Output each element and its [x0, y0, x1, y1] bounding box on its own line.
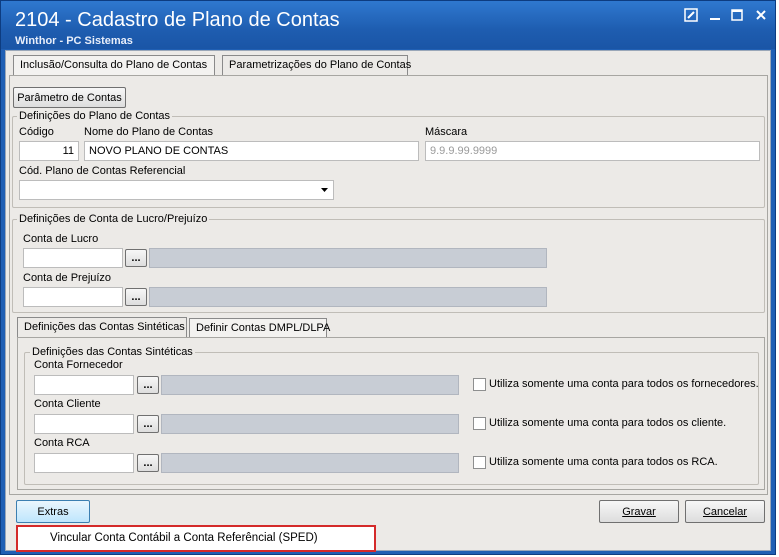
conta-lucro-label: Conta de Lucro — [23, 233, 99, 245]
conta-rca-field[interactable] — [34, 453, 134, 473]
conta-lucro-field[interactable] — [23, 248, 123, 268]
subtab-label: Definir Contas DMPL/DLPA — [196, 322, 331, 334]
gravar-label: Gravar — [622, 505, 656, 518]
subtab-label: Definições das Contas Sintéticas — [24, 321, 185, 333]
edit-icon[interactable] — [683, 8, 699, 24]
nome-label: Nome do Plano de Contas — [84, 126, 214, 138]
menu-item-vincular-conta-referencial[interactable]: Vincular Conta Contábil a Conta Referênc… — [50, 532, 318, 544]
extras-button[interactable]: Extras — [16, 500, 90, 523]
conta-fornecedor-field[interactable] — [34, 375, 134, 395]
tab-label: Inclusão/Consulta do Plano de Contas — [20, 59, 208, 71]
tab-parametrizacoes[interactable]: Parametrizações do Plano de Contas — [222, 55, 412, 76]
conta-cliente-field[interactable] — [34, 414, 134, 434]
conta-rca-description — [161, 453, 459, 473]
conta-prejuizo-field[interactable] — [23, 287, 123, 307]
rca-checkbox[interactable] — [473, 456, 486, 469]
mascara-label: Máscara — [425, 126, 468, 138]
close-icon[interactable] — [753, 8, 769, 24]
window-title: 2104 - Cadastro de Plano de Contas — [15, 9, 340, 31]
title-bar[interactable]: 2104 - Cadastro de Plano de Contas Winth… — [1, 1, 775, 49]
minimize-icon[interactable] — [707, 8, 723, 24]
extras-menu: Vincular Conta Contábil a Conta Referênc… — [16, 525, 376, 552]
nome-field[interactable]: NOVO PLANO DE CONTAS — [84, 141, 419, 161]
cliente-checkbox-label[interactable]: Utiliza somente uma conta para todos os … — [489, 417, 726, 429]
cancelar-label: Cancelar — [702, 505, 748, 518]
conta-cliente-browse-button[interactable]: ... — [137, 415, 159, 433]
conta-lucro-browse-button[interactable]: ... — [125, 249, 147, 267]
referencial-label: Cód. Plano de Contas Referencial — [19, 165, 186, 177]
conta-prejuizo-browse-button[interactable]: ... — [125, 288, 147, 306]
conta-rca-label: Conta RCA — [34, 437, 90, 449]
cancelar-button[interactable]: Cancelar — [685, 500, 765, 523]
conta-rca-browse-button[interactable]: ... — [137, 454, 159, 472]
maximize-icon[interactable] — [729, 8, 745, 24]
window-subtitle: Winthor - PC Sistemas — [15, 35, 133, 47]
parametro-contas-button[interactable]: Parâmetro de Contas — [13, 87, 126, 108]
conta-fornecedor-browse-button[interactable]: ... — [137, 376, 159, 394]
definicoes-legend: Definições do Plano de Contas — [17, 110, 173, 122]
tab-label: Parametrizações do Plano de Contas — [229, 59, 412, 71]
conta-cliente-label: Conta Cliente — [34, 398, 101, 410]
fornecedor-checkbox[interactable] — [473, 378, 486, 391]
subtab-dmpl-dlpa[interactable]: Definir Contas DMPL/DLPA — [189, 318, 331, 338]
rca-checkbox-label[interactable]: Utiliza somente uma conta para todos os … — [489, 456, 718, 468]
conta-cliente-description — [161, 414, 459, 434]
lucro-legend: Definições de Conta de Lucro/Prejuízo — [17, 213, 210, 225]
sinteticas-legend: Definições das Contas Sintéticas — [30, 346, 195, 358]
codigo-field[interactable]: 11 — [19, 141, 79, 161]
referencial-select[interactable] — [19, 180, 334, 200]
chevron-down-icon[interactable] — [320, 181, 329, 199]
extras-label: Extras — [37, 505, 69, 518]
conta-fornecedor-label: Conta Fornecedor — [34, 359, 123, 371]
conta-prejuizo-description — [149, 287, 547, 307]
fornecedor-checkbox-label[interactable]: Utiliza somente uma conta para todos os … — [489, 378, 759, 390]
subtab-contas-sinteticas[interactable]: Definições das Contas Sintéticas — [17, 317, 187, 338]
tab-inclusao-consulta[interactable]: Inclusão/Consulta do Plano de Contas — [13, 55, 215, 75]
conta-fornecedor-description — [161, 375, 459, 395]
mascara-field[interactable]: 9.9.9.99.9999 — [425, 141, 760, 161]
conta-prejuizo-label: Conta de Prejuízo — [23, 272, 112, 284]
cliente-checkbox[interactable] — [473, 417, 486, 430]
conta-lucro-description — [149, 248, 547, 268]
codigo-label: Código — [19, 126, 54, 138]
gravar-button[interactable]: Gravar — [599, 500, 679, 523]
